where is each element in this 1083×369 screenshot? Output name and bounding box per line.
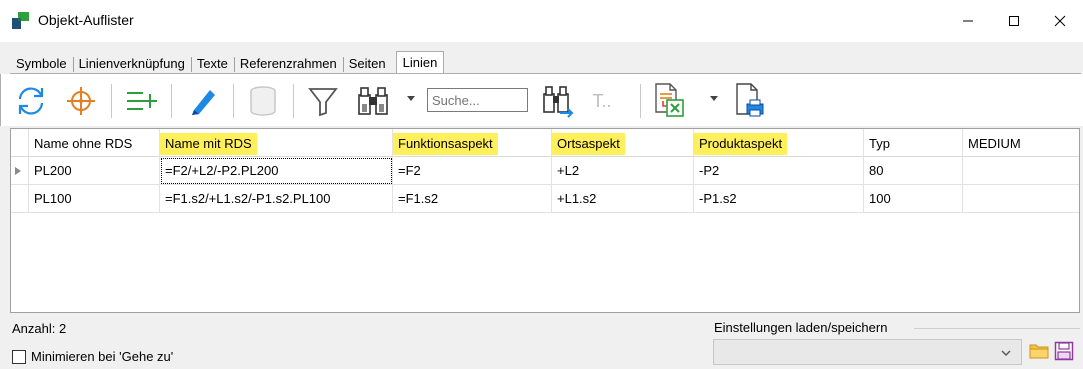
grid-header: Name ohne RDS Name mit RDS Funktionsaspe…	[11, 129, 1079, 157]
object-count: Anzahl: 2	[12, 321, 67, 336]
save-icon	[1054, 341, 1074, 361]
table-row[interactable]: PL200 =F2/+L2/-P2.PL200 =F2 +L2 -P2 80	[11, 157, 1079, 185]
toolbar-separator	[171, 84, 172, 118]
edit-button[interactable]	[181, 82, 225, 120]
table-cell[interactable]	[963, 157, 1079, 185]
column-header-label: Funktionsaspekt	[393, 133, 498, 155]
print-button[interactable]	[730, 82, 770, 120]
excel-export-button[interactable]	[650, 82, 690, 120]
current-row-icon	[15, 167, 21, 175]
row-header-corner	[11, 129, 29, 157]
table-cell[interactable]: PL100	[29, 185, 160, 213]
toolbar-separator	[111, 84, 112, 118]
save-settings-button[interactable]	[1054, 341, 1074, 364]
search-options-button[interactable]	[351, 82, 395, 120]
table-cell[interactable]: PL200	[29, 157, 160, 185]
table-cell[interactable]: +L2	[552, 157, 694, 185]
find-replace-icon	[543, 86, 574, 118]
chevron-down-icon[interactable]	[407, 96, 415, 101]
tab-texte[interactable]: Texte	[190, 54, 234, 74]
minimize-button[interactable]	[945, 0, 991, 42]
app-icon	[12, 12, 29, 29]
chevron-down-icon[interactable]	[710, 96, 718, 101]
column-header[interactable]: Typ	[864, 129, 963, 157]
refresh-button[interactable]	[11, 82, 51, 120]
database-icon	[250, 86, 276, 116]
binoculars-icon	[358, 87, 388, 115]
close-icon	[1054, 15, 1066, 27]
table-cell[interactable]: 100	[864, 185, 963, 213]
minimize-label: Minimieren bei 'Gehe zu'	[31, 349, 174, 364]
crosshair-icon	[67, 87, 95, 115]
folder-icon	[1029, 344, 1049, 359]
database-button[interactable]	[243, 82, 283, 120]
toolbar-separator	[293, 84, 294, 118]
refresh-icon	[18, 87, 44, 115]
column-header-label: Name mit RDS	[160, 133, 257, 155]
minimize-icon	[963, 20, 973, 22]
table-cell[interactable]: -P1.s2	[694, 185, 864, 213]
print-icon	[736, 83, 764, 117]
toolbar-separator	[640, 84, 641, 118]
pencil-icon	[192, 90, 215, 115]
minimize-checkbox[interactable]	[12, 349, 26, 364]
table-cell[interactable]: -P2	[694, 157, 864, 185]
column-header[interactable]: Funktionsaspekt	[393, 129, 552, 157]
settings-group-line	[914, 328, 1080, 329]
tab-linienverknuepfung[interactable]: Linienverknüpfung	[72, 54, 191, 74]
chevron-down-icon	[1001, 350, 1011, 356]
column-header-label: Typ	[869, 136, 890, 151]
table-cell[interactable]: =F2	[393, 157, 552, 185]
table-cell[interactable]: 80	[864, 157, 963, 185]
settings-select[interactable]	[713, 339, 1022, 365]
maximize-icon	[1009, 16, 1019, 26]
text-icon[interactable]: T..	[584, 82, 620, 120]
table-cell[interactable]: =F1.s2	[393, 185, 552, 213]
tab-linien[interactable]: Linien	[395, 51, 445, 74]
close-button[interactable]	[1037, 0, 1083, 42]
column-header[interactable]: MEDIUM	[963, 129, 1079, 157]
table-cell[interactable]: +L1.s2	[552, 185, 694, 213]
column-header[interactable]: Name mit RDS	[160, 129, 393, 157]
title-bar: Objekt-Auflister	[0, 0, 1083, 42]
data-grid: Name ohne RDS Name mit RDS Funktionsaspe…	[10, 128, 1080, 313]
load-settings-button[interactable]	[1029, 342, 1049, 363]
add-lines-button[interactable]	[121, 82, 161, 120]
search-input[interactable]	[427, 88, 528, 112]
window-title: Objekt-Auflister	[38, 12, 134, 28]
toolbar-separator	[233, 84, 234, 118]
tab-strip: Symbole Linienverknüpfung Texte Referenz…	[10, 50, 445, 74]
table-cell[interactable]: =F2/+L2/-P2.PL200	[160, 157, 393, 185]
row-selector[interactable]	[11, 185, 29, 213]
table-cell[interactable]	[963, 185, 1079, 213]
table-row[interactable]: PL100 =F1.s2/+L1.s2/-P1.s2.PL100 =F1.s2 …	[11, 185, 1079, 213]
tab-seiten[interactable]: Seiten	[342, 54, 392, 74]
excel-export-icon	[655, 83, 684, 117]
settings-group-label: Einstellungen laden/speichern	[714, 320, 888, 335]
column-header-label: Name ohne RDS	[34, 136, 133, 151]
column-header[interactable]: Ortsaspekt	[552, 129, 694, 157]
find-replace-button[interactable]	[538, 82, 578, 120]
filter-button[interactable]	[303, 82, 343, 120]
column-header[interactable]: Produktaspekt	[694, 129, 864, 157]
tab-referenzrahmen[interactable]: Referenzrahmen	[233, 54, 343, 74]
maximize-button[interactable]	[991, 0, 1037, 42]
column-header-label: MEDIUM	[968, 136, 1021, 151]
filter-icon	[308, 88, 338, 117]
locate-button[interactable]	[61, 82, 101, 120]
row-selector[interactable]	[11, 157, 29, 185]
column-header[interactable]: Name ohne RDS	[29, 129, 160, 157]
minimize-on-goto-option[interactable]: Minimieren bei 'Gehe zu'	[12, 349, 173, 364]
column-header-label: Produktaspekt	[694, 133, 788, 155]
column-header-label: Ortsaspekt	[552, 133, 625, 155]
table-cell[interactable]: =F1.s2/+L1.s2/-P1.s2.PL100	[160, 185, 393, 213]
tab-symbole[interactable]: Symbole	[10, 54, 73, 74]
add-lines-icon	[127, 92, 157, 110]
